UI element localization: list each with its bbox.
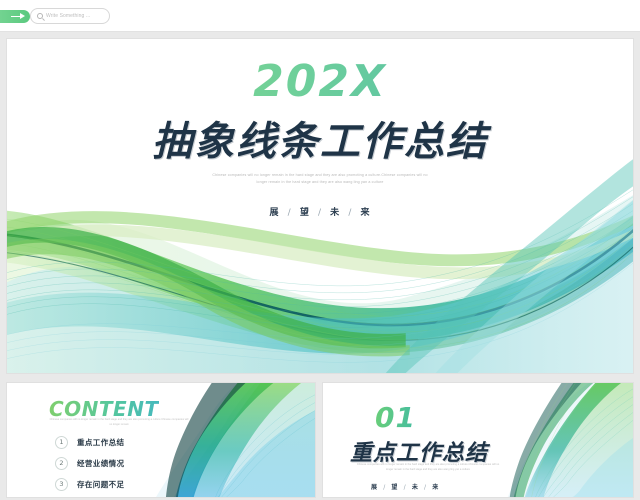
- motto-separator-2: /: [317, 208, 323, 218]
- motto-separator-3: /: [348, 208, 353, 218]
- section-motto: 展 / 望 / 未 / 来: [371, 482, 439, 491]
- search-input[interactable]: Write Something ...: [30, 8, 110, 24]
- slide-main-canvas: 202X 抽象线条工作总结 Chinese companies will no …: [7, 39, 633, 373]
- list-item-label: 经营业绩情况: [77, 458, 125, 468]
- back-button[interactable]: [0, 10, 30, 23]
- motto-separator-2: /: [403, 484, 407, 491]
- list-item[interactable]: 3 存在问题不足: [55, 475, 124, 493]
- main-year: 202X: [7, 56, 633, 107]
- top-toolbar: Write Something ...: [0, 0, 640, 32]
- arrow-right-icon: [20, 13, 25, 19]
- list-item-label: 重点工作总结: [77, 437, 125, 447]
- motto-char-1: 展: [371, 484, 378, 491]
- list-item-number: 1: [55, 435, 68, 449]
- slide-section-canvas: 01 重点工作总结 Chinese companies will no long…: [323, 383, 633, 497]
- list-item-number: 3: [55, 477, 68, 491]
- motto-char-3: 未: [330, 208, 341, 218]
- search-placeholder: Write Something ...: [46, 13, 91, 19]
- slide-content-canvas: CONTENT Chinese companies will no longer…: [7, 383, 315, 497]
- section-paragraph: Chinese companies will no longer remain …: [356, 463, 500, 471]
- motto-separator-1: /: [383, 484, 387, 491]
- motto-char-2: 望: [299, 208, 310, 218]
- motto-char-4: 来: [360, 208, 371, 218]
- content-list: 1 重点工作总结 2 经营业绩情况 3 存在问题不足: [55, 433, 124, 496]
- list-item[interactable]: 2 经营业绩情况: [55, 454, 124, 472]
- motto-separator-1: /: [287, 208, 292, 218]
- motto-char-4: 来: [432, 484, 440, 491]
- list-item[interactable]: 1 重点工作总结: [55, 433, 124, 451]
- motto-separator-3: /: [424, 484, 427, 491]
- main-paragraph: Chinese companies will no longer remain …: [212, 173, 428, 184]
- slide-section-01[interactable]: 01 重点工作总结 Chinese companies will no long…: [322, 382, 634, 498]
- app-root: Write Something ... 202X 抽象线条工作总结 Chines…: [0, 0, 640, 500]
- motto-char-1: 展: [269, 208, 280, 218]
- section-number: 01: [375, 401, 416, 434]
- list-item-label: 存在问题不足: [77, 479, 125, 489]
- main-motto: 展 / 望 / 未 / 来: [7, 205, 633, 218]
- list-item-number: 2: [55, 456, 68, 470]
- motto-char-2: 望: [391, 484, 399, 491]
- motto-char-3: 未: [411, 484, 419, 491]
- slide-content[interactable]: CONTENT Chinese companies will no longer…: [6, 382, 316, 498]
- search-icon: [37, 13, 43, 19]
- main-title: 抽象线条工作总结: [152, 119, 488, 165]
- slide-main-title[interactable]: 202X 抽象线条工作总结 Chinese companies will no …: [6, 38, 634, 374]
- content-subtitle: Chinese companies will no longer remain …: [49, 418, 189, 426]
